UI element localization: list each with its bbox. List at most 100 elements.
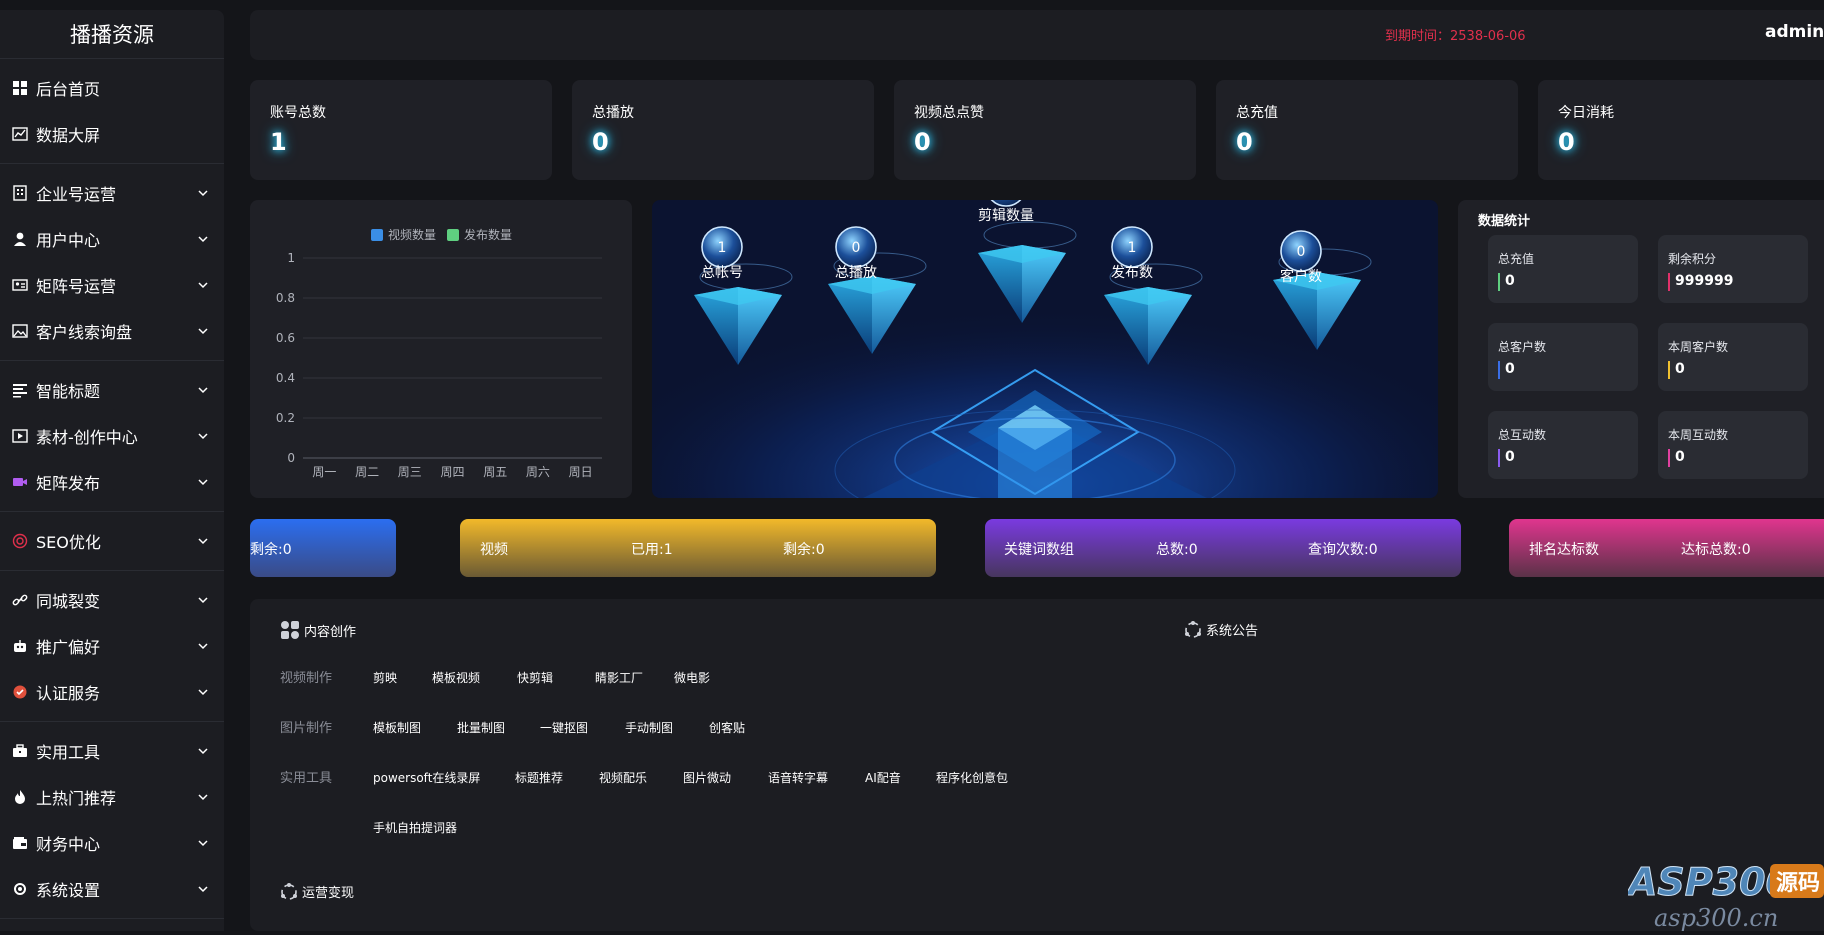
y-tick-label: 0 <box>287 451 295 465</box>
x-tick-label: 周二 <box>355 465 379 479</box>
sidebar-item[interactable]: 财务中心 <box>0 820 224 866</box>
tool-link[interactable]: 程序化创意包 <box>936 769 1008 786</box>
heading-icon <box>12 382 28 398</box>
tool-link[interactable]: AI配音 <box>865 769 901 786</box>
ds-total-interactions: 总互动数 0 <box>1488 411 1638 479</box>
tool-link[interactable]: 视频配乐 <box>599 769 647 786</box>
sidebar-item-label: 后台首页 <box>36 80 101 99</box>
ds-total-recharge: 总充值 0 <box>1488 235 1638 303</box>
stat-label: 视频总点赞 <box>914 105 984 121</box>
sidebar-item[interactable]: 用户中心 <box>0 216 224 262</box>
x-tick-label: 周三 <box>398 465 422 479</box>
pyramid-label: 剪辑数量 <box>978 208 1034 224</box>
sidebar-item-label: 财务中心 <box>36 835 101 854</box>
content-creation-header: 内容创作 <box>280 620 356 640</box>
sidebar-item[interactable]: 上热门推荐 <box>0 774 224 820</box>
chevron-down-icon <box>196 186 210 200</box>
notice-header: 系统公告 <box>1184 620 1258 639</box>
tool-link[interactable]: 标题推荐 <box>515 769 563 786</box>
sidebar-item[interactable]: 客户线索询盘 <box>0 308 224 354</box>
settings-icon <box>12 881 28 897</box>
expire-date: 到期时间：2538-06-06 <box>1385 29 1526 44</box>
building-icon <box>12 185 28 201</box>
sidebar-item[interactable]: 认证服务 <box>0 669 224 715</box>
weekly-chart-panel: 视频数量 发布数量 0 0.2 0.4 0.6 0.8 1 周一 周二 周三 周四 周五 周六 周日 <box>250 200 632 498</box>
sidebar-item[interactable]: 同城裂变 <box>0 577 224 623</box>
data-stats-title: 数据统计 <box>1478 214 1531 229</box>
nav-group: 实用工具上热门推荐财务中心系统设置 <box>0 722 224 919</box>
tool-link[interactable]: 语音转字幕 <box>768 769 828 786</box>
tool-link[interactable]: 睛影工厂 <box>595 669 643 686</box>
nav-group: 后台首页 数据大屏 <box>0 59 224 164</box>
ds-label: 本周互动数 <box>1668 428 1729 442</box>
chevron-down-icon <box>196 429 210 443</box>
tool-link[interactable]: 批量制图 <box>457 719 505 736</box>
pyramid-value: 0 <box>852 240 861 256</box>
sidebar-item-label: 数据大屏 <box>36 126 101 145</box>
sidebar-item-label: 客户线索询盘 <box>36 323 133 342</box>
tool-link[interactable]: 图片微动 <box>683 769 731 786</box>
pyramid-value: 0 <box>1297 244 1306 260</box>
tool-link[interactable]: 创客贴 <box>709 719 745 736</box>
tool-link[interactable]: 手动制图 <box>625 719 673 736</box>
x-tick-label: 周五 <box>483 465 507 479</box>
sidebar-item[interactable]: 素材-创作中心 <box>0 413 224 459</box>
stat-card-accounts: 账号总数 1 <box>250 80 552 180</box>
robot-icon <box>12 638 28 654</box>
stat-value: 1 <box>270 128 287 156</box>
y-tick-label: 1 <box>287 251 295 265</box>
tool-link[interactable]: 模板视频 <box>432 669 480 686</box>
sidebar-item[interactable]: SEO优化 <box>0 518 224 564</box>
tool-link[interactable]: 剪映 <box>373 669 397 686</box>
chart-line-icon <box>12 126 28 142</box>
sidebar-item[interactable]: 矩阵号运营 <box>0 262 224 308</box>
stat-card-today-cost: 今日消耗 0 <box>1538 80 1824 180</box>
sidebar-item-label: 认证服务 <box>36 684 101 703</box>
sidebar-item[interactable]: 推广偏好 <box>0 623 224 669</box>
tool-link[interactable]: powersoft在线录屏 <box>373 769 480 786</box>
row-label-video: 视频制作 <box>280 671 333 686</box>
strip-total: 达标总数:0 <box>1681 542 1751 558</box>
fire-icon <box>12 789 28 805</box>
sidebar-item[interactable]: 智能标题 <box>0 367 224 413</box>
stat-value: 0 <box>1558 128 1575 156</box>
badge-icon <box>12 684 28 700</box>
sidebar-nav: 后台首页数据大屏企业号运营 用户中心矩阵号运营客户线索询盘智能标题 素材-创作中心矩… <box>0 59 224 919</box>
sidebar-item[interactable]: 实用工具 <box>0 728 224 774</box>
data-stats-panel: 数据统计 总充值 0 剩余积分 999999 总客户数 0 本周客户数 0 总互… <box>1458 200 1824 498</box>
nav-group: 同城裂变 推广偏好认证服务 <box>0 571 224 722</box>
sidebar-item[interactable]: 后台首页 <box>0 65 224 111</box>
chevron-down-icon <box>196 836 210 850</box>
chevron-down-icon <box>196 593 210 607</box>
tool-link[interactable]: 一键抠图 <box>540 719 588 736</box>
pyramid-label: 总播放 <box>835 265 877 281</box>
chevron-down-icon <box>196 232 210 246</box>
chevron-down-icon <box>196 475 210 489</box>
section-title: 运营变现 <box>302 886 355 901</box>
bar-chart: 0 0.2 0.4 0.6 0.8 1 周一 周二 周三 周四 周五 周六 周日 <box>276 251 602 479</box>
tool-link[interactable]: 快剪辑 <box>517 669 553 686</box>
tool-link[interactable]: 微电影 <box>674 669 710 686</box>
user-menu[interactable]: admin <box>1765 22 1824 42</box>
sidebar-item[interactable]: 数据大屏 <box>0 111 224 157</box>
chevron-down-icon <box>196 534 210 548</box>
sidebar-item[interactable]: 矩阵发布 <box>0 459 224 505</box>
sidebar-item-label: 矩阵号运营 <box>36 277 117 296</box>
stat-value: 0 <box>1236 128 1253 156</box>
ds-value: 0 <box>1505 273 1515 289</box>
x-tick-label: 周六 <box>526 465 550 479</box>
sidebar-item[interactable]: 企业号运营 <box>0 170 224 216</box>
pyramid-visual: 1总帐号0总播放0剪辑数量1发布数0客户数 <box>652 200 1438 498</box>
sidebar-item[interactable]: 系统设置 <box>0 866 224 912</box>
ds-label: 总客户数 <box>1498 340 1547 354</box>
watermark-logo: ASP300 源码 asp300.cn <box>1625 852 1824 932</box>
chevron-down-icon <box>196 383 210 397</box>
sidebar-item-label: SEO优化 <box>36 533 101 552</box>
tool-link[interactable]: 手机自拍提词器 <box>373 819 457 836</box>
stat-label: 账号总数 <box>270 105 326 121</box>
ds-label: 本周客户数 <box>1668 340 1729 354</box>
watermark-brand: ASP300 <box>1628 860 1792 904</box>
stat-value: 0 <box>592 128 609 156</box>
sidebar-item-label: 上热门推荐 <box>36 789 117 808</box>
tool-link[interactable]: 模板制图 <box>373 719 421 736</box>
